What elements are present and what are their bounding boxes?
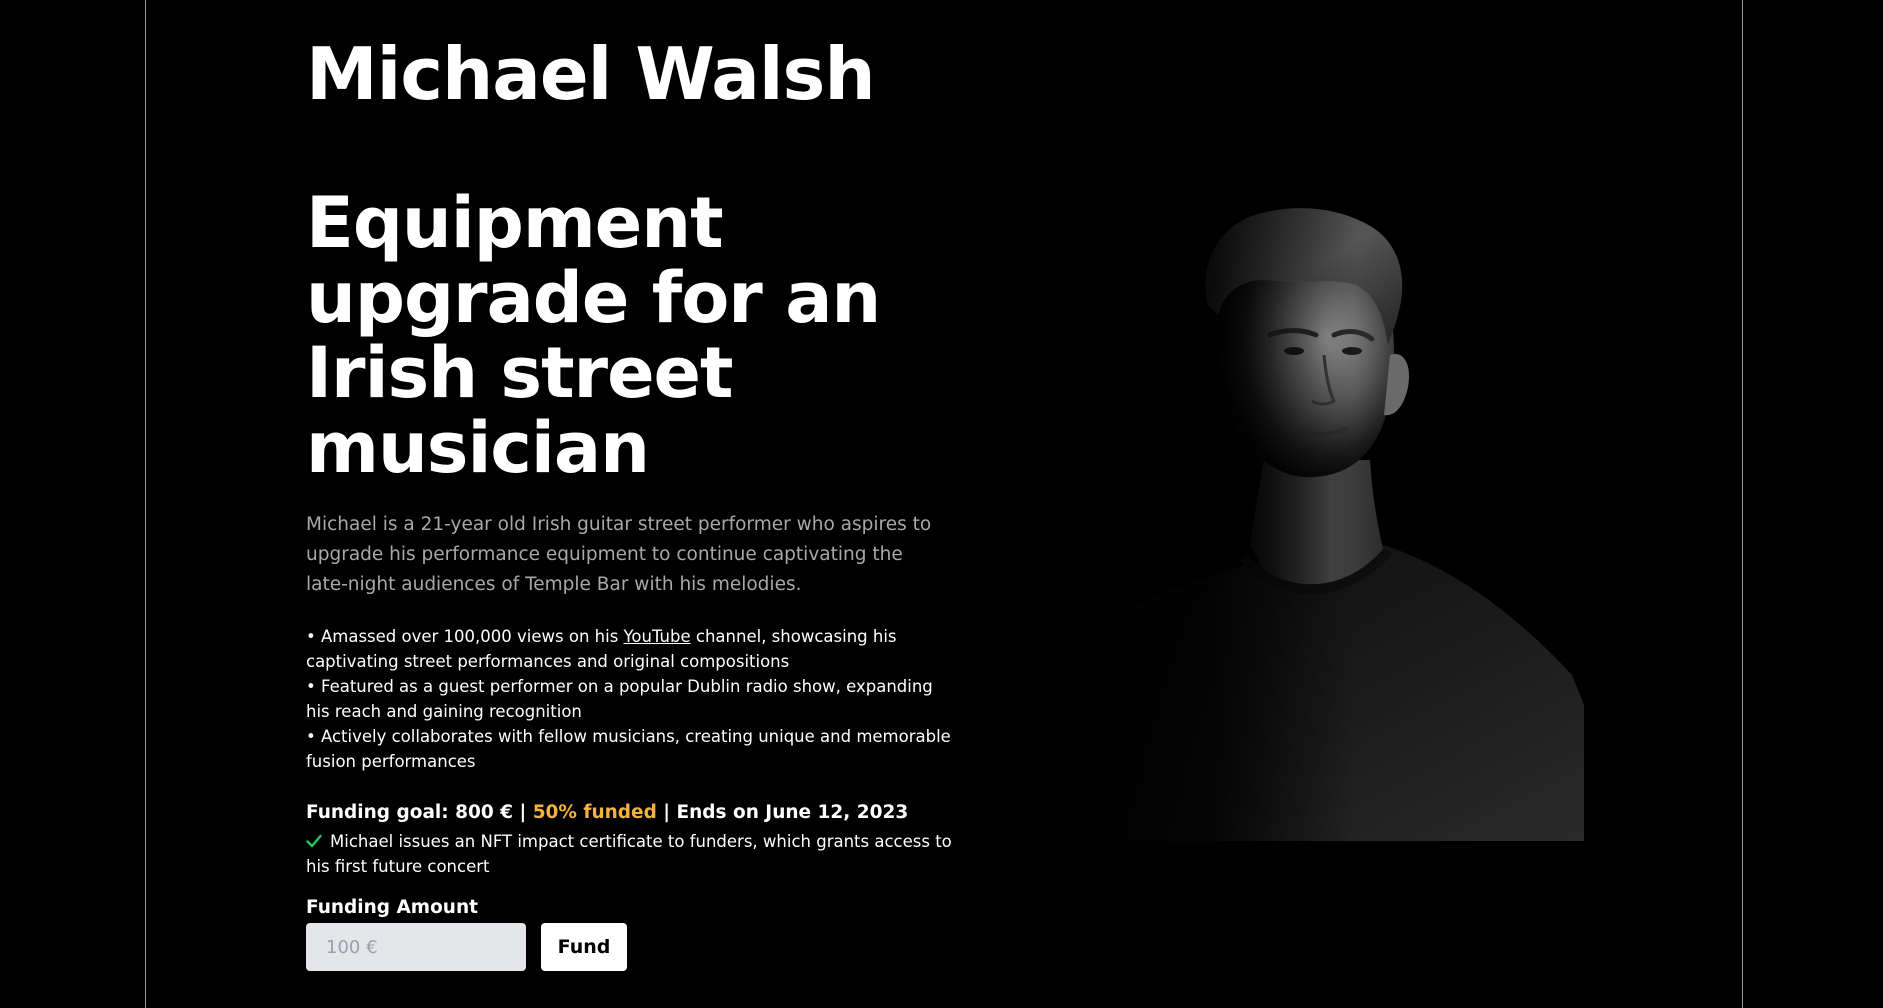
- nft-certificate-note: Michael issues an NFT impact certificate…: [306, 829, 956, 879]
- funding-amount-label: Funding Amount: [306, 897, 478, 918]
- highlight-item: • Actively collaborates with fellow musi…: [306, 727, 951, 771]
- portrait-image: [1012, 205, 1584, 843]
- highlight-text-prefix: • Amassed over 100,000 views on his: [306, 627, 624, 646]
- separator: |: [513, 802, 533, 823]
- funding-summary: Funding goal: 800 € | 50% funded | Ends …: [306, 800, 908, 826]
- separator: |: [656, 802, 677, 823]
- highlights-list: • Amassed over 100,000 views on his YouT…: [306, 624, 956, 774]
- fund-button[interactable]: Fund: [541, 923, 627, 971]
- nft-note-text: Michael issues an NFT impact certificate…: [306, 832, 952, 876]
- funding-amount-input[interactable]: [306, 923, 526, 971]
- musician-name: Michael Walsh: [306, 32, 876, 116]
- musician-portrait: [1012, 205, 1584, 843]
- check-icon: [306, 834, 322, 848]
- youtube-link[interactable]: YouTube: [624, 627, 691, 646]
- funded-percentage: 50% funded: [532, 802, 657, 823]
- campaign-title: Equipment upgrade for an Irish street mu…: [306, 182, 881, 489]
- end-date: Ends on June 12, 2023: [676, 802, 909, 823]
- highlight-item: • Amassed over 100,000 views on his YouT…: [306, 624, 956, 674]
- funding-goal: Funding goal: 800 €: [306, 802, 514, 823]
- campaign-description: Michael is a 21-year old Irish guitar st…: [306, 514, 932, 595]
- highlight-item: • Featured as a guest performer on a pop…: [306, 677, 933, 721]
